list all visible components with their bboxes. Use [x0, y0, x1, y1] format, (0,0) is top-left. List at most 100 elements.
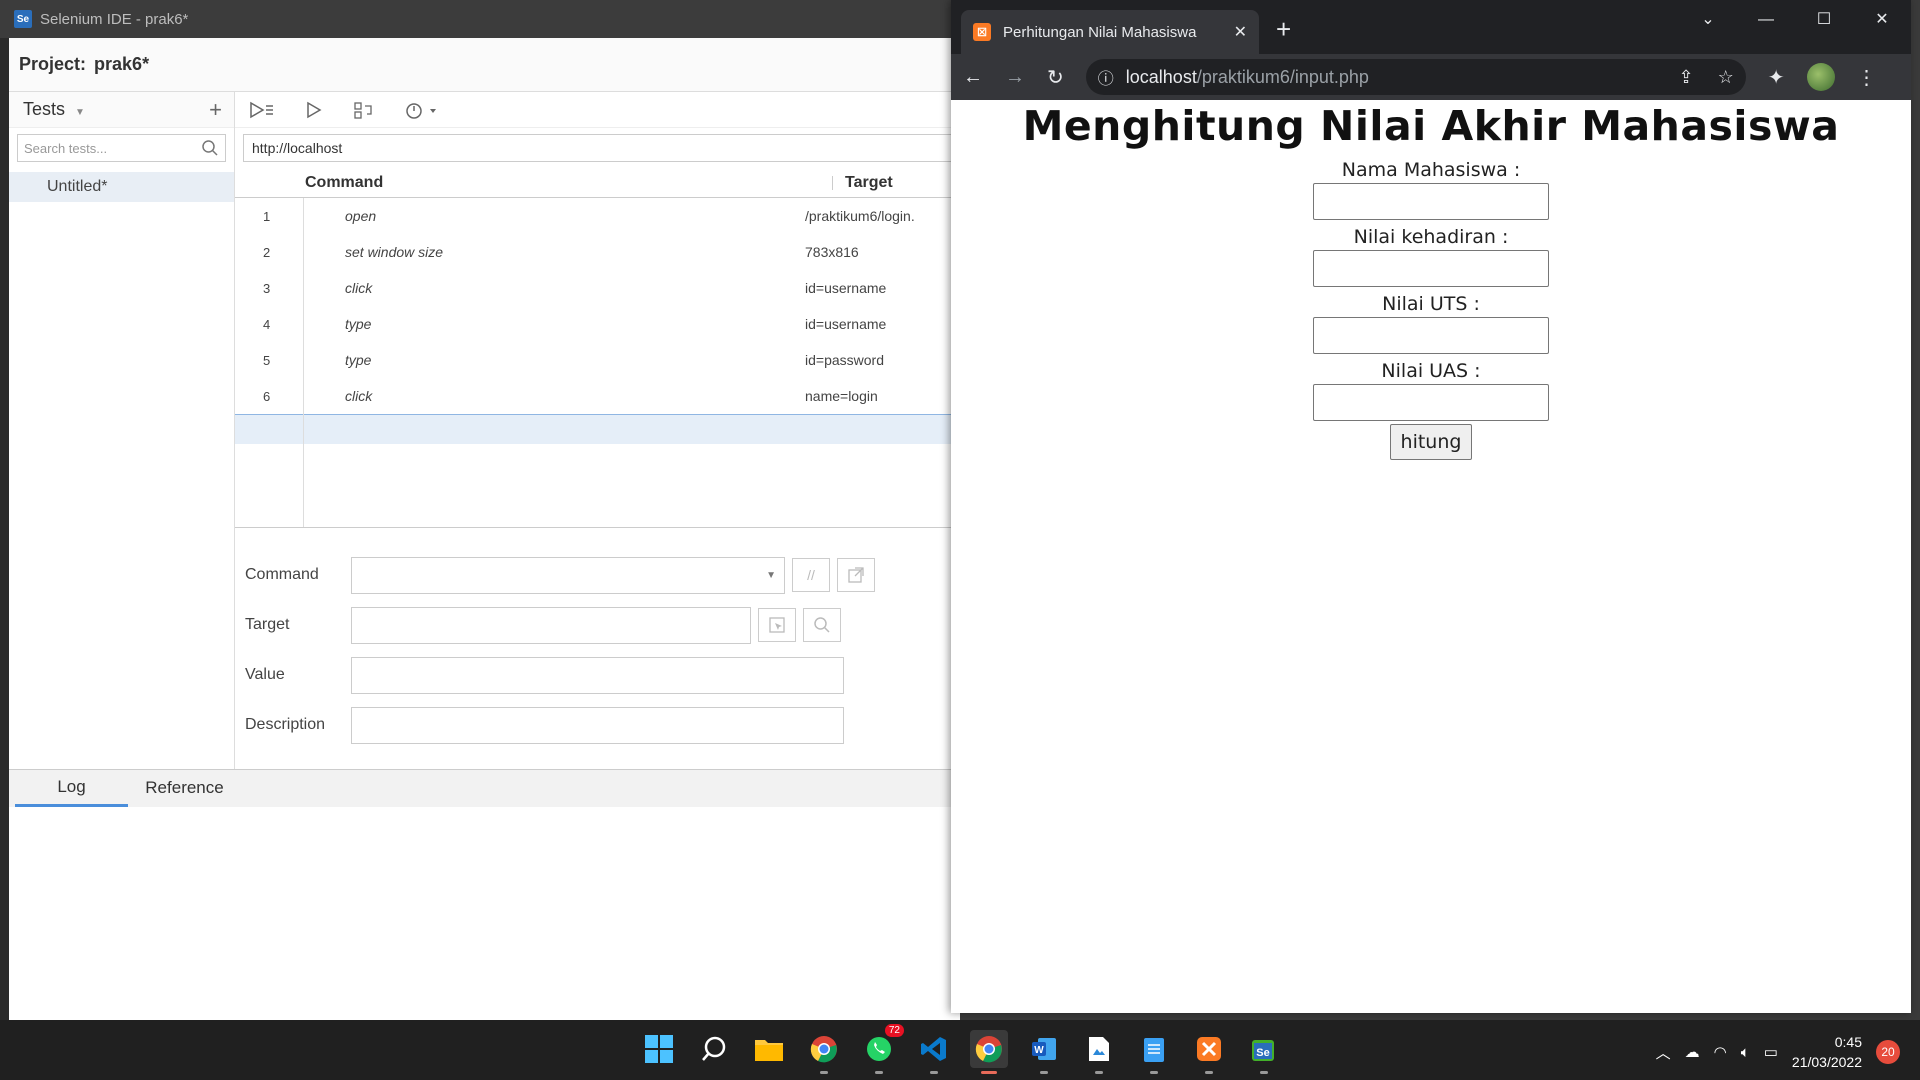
comment-toggle-button[interactable]: //: [792, 558, 830, 592]
close-window-button[interactable]: ✕: [1853, 0, 1911, 40]
cursor-select-icon: [769, 617, 785, 633]
base-url-input[interactable]: http://localhost: [243, 134, 952, 162]
back-arrow-icon[interactable]: ←: [963, 66, 983, 89]
table-row[interactable]: 6 click name=login: [235, 378, 960, 414]
tab-search-icon[interactable]: ⌄: [1679, 0, 1737, 40]
extensions-puzzle-icon[interactable]: ✦: [1768, 65, 1785, 90]
system-tray: ︿ ☁ ◠ 🔈︎ ▭ 0:45 21/03/2022 20: [1656, 1032, 1900, 1072]
search-tests-input[interactable]: Search tests...: [17, 134, 226, 162]
table-row[interactable]: 3 click id=username: [235, 270, 960, 306]
selenium-ide-window: Se Selenium IDE - prak6* Project: prak6*…: [0, 0, 960, 1020]
running-indicator: [1150, 1071, 1158, 1074]
notification-count-badge[interactable]: 20: [1876, 1040, 1900, 1064]
chrome-window: ☒ Perhitungan Nilai Mahasiswa ✕ + ⌄ — ☐ …: [951, 0, 1911, 1013]
nilai-uts-input[interactable]: [1313, 317, 1549, 354]
project-name[interactable]: prak6*: [94, 54, 149, 75]
row-command: type: [345, 352, 372, 368]
nilai-uas-input[interactable]: [1313, 384, 1549, 421]
tests-dropdown[interactable]: Tests ▼: [23, 99, 85, 120]
row-target: /praktikum6/login.: [805, 208, 915, 224]
table-row[interactable]: 5 type id=password: [235, 342, 960, 378]
close-tab-icon[interactable]: ✕: [1234, 22, 1247, 42]
nama-mahasiswa-input[interactable]: [1313, 183, 1549, 220]
search-icon: [814, 617, 830, 633]
wifi-icon[interactable]: ◠: [1714, 1043, 1727, 1061]
row-target: id=username: [805, 316, 887, 332]
battery-icon[interactable]: ▭: [1764, 1043, 1778, 1061]
prop-value-row: Value: [245, 650, 960, 700]
search-button[interactable]: [695, 1030, 733, 1068]
profile-avatar[interactable]: [1806, 63, 1835, 91]
command-select[interactable]: ▼: [351, 556, 785, 594]
menu-kebab-icon[interactable]: ⋮: [1857, 65, 1877, 90]
selenium-button[interactable]: Se: [1245, 1030, 1283, 1074]
whatsapp-button[interactable]: 72: [860, 1024, 904, 1074]
notepad-button[interactable]: [1135, 1030, 1173, 1074]
description-label: Description: [245, 716, 326, 733]
vscode-button[interactable]: [915, 1030, 953, 1074]
onedrive-error-icon[interactable]: ☁: [1685, 1043, 1700, 1061]
prop-target-row: Target: [245, 600, 960, 650]
vscode-icon: [921, 1037, 946, 1061]
running-indicator: [930, 1071, 938, 1074]
forward-arrow-icon[interactable]: →: [1005, 66, 1025, 89]
tab-strip: ☒ Perhitungan Nilai Mahasiswa ✕ + ⌄ — ☐ …: [951, 0, 1911, 54]
new-tab-button[interactable]: +: [1276, 14, 1291, 45]
chrome-profile-button[interactable]: [970, 1030, 1008, 1074]
volume-icon[interactable]: 🔈︎: [1741, 1044, 1750, 1061]
browser-tab[interactable]: ☒ Perhitungan Nilai Mahasiswa ✕: [961, 10, 1259, 54]
table-row[interactable]: 4 type id=username: [235, 306, 960, 342]
whatsapp-badge: 72: [884, 1024, 904, 1037]
row-command: click: [345, 280, 373, 296]
description-input[interactable]: [351, 706, 844, 744]
desktop: Se Selenium IDE - prak6* Project: prak6*…: [0, 0, 1920, 1020]
share-icon[interactable]: ⇪: [1679, 67, 1694, 88]
prop-description-row: Description: [245, 700, 960, 750]
prop-command-row: Command ▼ //: [245, 550, 960, 600]
caret-down-icon: ▼: [75, 107, 85, 118]
select-target-button[interactable]: [758, 608, 796, 642]
minimize-button[interactable]: —: [1737, 0, 1795, 40]
tab-reference[interactable]: Reference: [128, 769, 241, 807]
open-reference-button[interactable]: [837, 558, 875, 592]
paint-button[interactable]: [1080, 1030, 1118, 1074]
bookmark-star-icon[interactable]: ☆: [1718, 67, 1734, 88]
hitung-button[interactable]: hitung: [1389, 424, 1473, 460]
value-input[interactable]: [351, 656, 844, 694]
info-icon[interactable]: ⓘ: [1098, 65, 1114, 89]
step-over-icon[interactable]: [353, 101, 375, 119]
maximize-button[interactable]: ☐: [1795, 0, 1853, 40]
speed-timer-icon[interactable]: [405, 100, 439, 120]
target-input[interactable]: [351, 606, 751, 644]
address-bar[interactable]: ⓘ localhost/praktikum6/input.php ⇪ ☆: [1085, 59, 1746, 95]
nilai-kehadiran-input[interactable]: [1313, 250, 1549, 287]
reload-icon[interactable]: ↻: [1047, 65, 1064, 90]
clock-time: 0:45: [1834, 1034, 1862, 1050]
clock[interactable]: 0:45 21/03/2022: [1792, 1032, 1862, 1072]
word-icon: W: [1032, 1038, 1056, 1060]
chrome-button[interactable]: [805, 1030, 843, 1074]
run-test-icon[interactable]: [305, 101, 323, 119]
run-all-tests-icon[interactable]: [249, 101, 275, 119]
tab-title: Perhitungan Nilai Mahasiswa: [1003, 23, 1197, 41]
xampp-button[interactable]: [1190, 1030, 1228, 1074]
table-row[interactable]: 2 set window size 783x816: [235, 234, 960, 270]
row-number: 5: [263, 352, 271, 368]
find-target-button[interactable]: [803, 608, 841, 642]
row-command: set window size: [345, 244, 444, 260]
file-explorer-button[interactable]: [750, 1030, 788, 1068]
running-indicator: [820, 1071, 828, 1074]
test-item-untitled[interactable]: Untitled*: [9, 172, 234, 202]
word-button[interactable]: W: [1025, 1030, 1063, 1074]
chevron-up-icon[interactable]: ︿: [1656, 1042, 1671, 1063]
taskbar: 72 W Se ︿ ☁ ◠ 🔈︎ ▭ 0:45 21/03/2022 20: [0, 1020, 1920, 1080]
start-button[interactable]: [640, 1030, 678, 1068]
tab-log[interactable]: Log: [15, 769, 128, 807]
row-number: 6: [263, 388, 271, 404]
table-row[interactable]: 1 open/praktikum6/login.: [235, 198, 960, 234]
bottom-tabs: Log Reference: [9, 769, 960, 807]
clock-date: 21/03/2022: [1791, 1054, 1862, 1070]
table-row-new[interactable]: [235, 414, 960, 444]
svg-text:W: W: [1034, 1045, 1044, 1056]
add-test-button[interactable]: +: [209, 97, 222, 123]
